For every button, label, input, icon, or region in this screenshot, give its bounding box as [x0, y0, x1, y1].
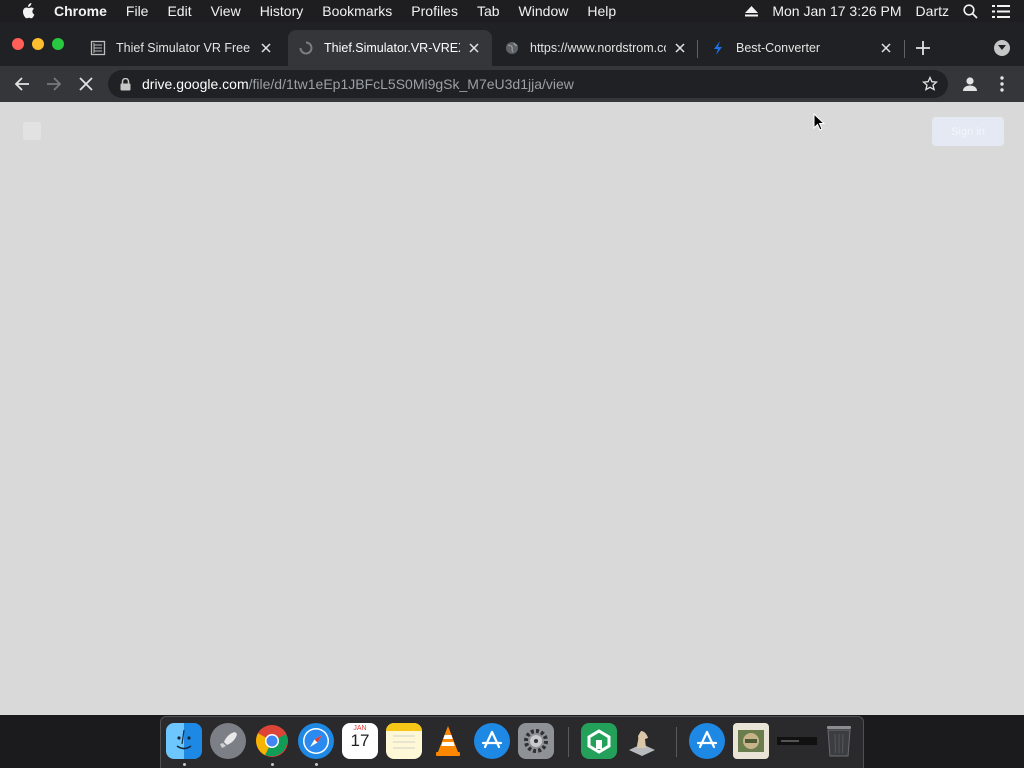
lock-icon[interactable]: [120, 77, 134, 91]
menu-edit[interactable]: Edit: [167, 3, 191, 19]
menu-app-name[interactable]: Chrome: [54, 3, 107, 19]
tab-thief-simulator-vrex[interactable]: Thief.Simulator.VR-VREX.ra: [288, 30, 492, 66]
close-tab-icon[interactable]: [672, 40, 688, 56]
menu-bookmarks[interactable]: Bookmarks: [322, 3, 392, 19]
running-indicator: [315, 763, 318, 766]
running-indicator: [271, 763, 274, 766]
spotlight-search-icon[interactable]: [963, 3, 978, 19]
new-tab-button[interactable]: [914, 39, 932, 57]
tab-title: Best-Converter: [736, 41, 821, 55]
drive-logo-icon[interactable]: [23, 122, 41, 140]
app-store-folder-icon[interactable]: [689, 723, 725, 759]
tab-title: Thief Simulator VR Free Do: [116, 41, 252, 55]
eject-icon[interactable]: [745, 5, 759, 17]
user-name[interactable]: Dartz: [916, 3, 949, 19]
control-center-icon[interactable]: [992, 4, 1010, 18]
vlc-cone-icon[interactable]: [430, 723, 466, 759]
photo-document-icon[interactable]: [733, 723, 769, 759]
tab-separator: [697, 40, 698, 58]
globe-icon: [504, 40, 520, 56]
menu-history[interactable]: History: [260, 3, 304, 19]
app-store-icon[interactable]: [474, 723, 510, 759]
page-content: Sign in: [0, 102, 1024, 715]
loading-icon: [298, 40, 314, 56]
url-path[interactable]: /file/d/1tw1eEp1JBFcL5S0Mi9gSk_M7eU3d1jj…: [249, 76, 574, 92]
menu-profiles[interactable]: Profiles: [411, 3, 458, 19]
menu-bar: Chrome File Edit View History Bookmarks …: [0, 0, 1024, 22]
converter-icon: [710, 40, 726, 56]
menu-window[interactable]: Window: [519, 3, 569, 19]
menu-view[interactable]: View: [211, 3, 241, 19]
dock-separator: [568, 727, 569, 757]
more-menu-icon[interactable]: [992, 74, 1012, 94]
menu-tab[interactable]: Tab: [477, 3, 500, 19]
address-bar[interactable]: drive.google.com/file/d/1tw1eEp1JBFcL5S0…: [108, 70, 948, 98]
sign-in-button[interactable]: Sign in: [932, 117, 1004, 146]
tab-separator: [904, 40, 905, 58]
menu-help[interactable]: Help: [587, 3, 616, 19]
finder-icon[interactable]: [166, 723, 202, 759]
tab-thief-simulator-free[interactable]: Thief Simulator VR Free Do: [80, 30, 284, 66]
forward-arrow-icon[interactable]: [44, 74, 64, 94]
notes-icon[interactable]: [386, 723, 422, 759]
system-preferences-gear-icon[interactable]: [518, 723, 554, 759]
tab-strip: Thief Simulator VR Free Do Thief.Simulat…: [0, 22, 1024, 66]
tab-title: Thief.Simulator.VR-VREX.ra: [324, 41, 460, 55]
trash-icon[interactable]: [821, 723, 857, 759]
browser-toolbar: drive.google.com/file/d/1tw1eEp1JBFcL5S0…: [0, 66, 1024, 102]
tab-title: https://www.nordstrom.com: [530, 41, 666, 55]
close-window-button[interactable]: [12, 38, 24, 50]
mouse-cursor-icon: [813, 113, 825, 131]
dock-separator: [676, 727, 677, 757]
launchpad-rocket-icon[interactable]: [210, 723, 246, 759]
menu-file[interactable]: File: [126, 3, 149, 19]
zoom-window-button[interactable]: [52, 38, 64, 50]
bookmark-star-icon[interactable]: [921, 75, 939, 92]
chess-knight-icon[interactable]: [624, 723, 660, 759]
screen-thumbnail-icon[interactable]: [777, 723, 817, 759]
tab-nordstrom[interactable]: https://www.nordstrom.com: [494, 30, 698, 66]
tab-best-converter[interactable]: Best-Converter: [700, 30, 904, 66]
back-arrow-icon[interactable]: [12, 74, 32, 94]
profile-avatar-icon[interactable]: [960, 74, 980, 94]
clock[interactable]: Mon Jan 17 3:26 PM: [772, 3, 901, 19]
document-icon: [90, 40, 106, 56]
close-tab-icon[interactable]: [878, 40, 894, 56]
running-indicator: [183, 763, 186, 766]
linkage-icon[interactable]: [581, 723, 617, 759]
chrome-icon[interactable]: [254, 723, 290, 759]
dock: JAN 17: [160, 716, 864, 768]
apple-logo-icon[interactable]: [20, 3, 36, 19]
minimize-window-button[interactable]: [32, 38, 44, 50]
stop-loading-icon[interactable]: [76, 74, 96, 94]
calendar-day: 17: [350, 731, 370, 750]
url-domain[interactable]: drive.google.com: [142, 76, 249, 92]
tab-search-chevron-down-icon[interactable]: [994, 40, 1010, 56]
calendar-icon[interactable]: JAN 17: [342, 723, 378, 759]
close-tab-icon[interactable]: [258, 40, 274, 56]
close-tab-icon[interactable]: [466, 40, 482, 56]
safari-compass-icon[interactable]: [298, 723, 334, 759]
